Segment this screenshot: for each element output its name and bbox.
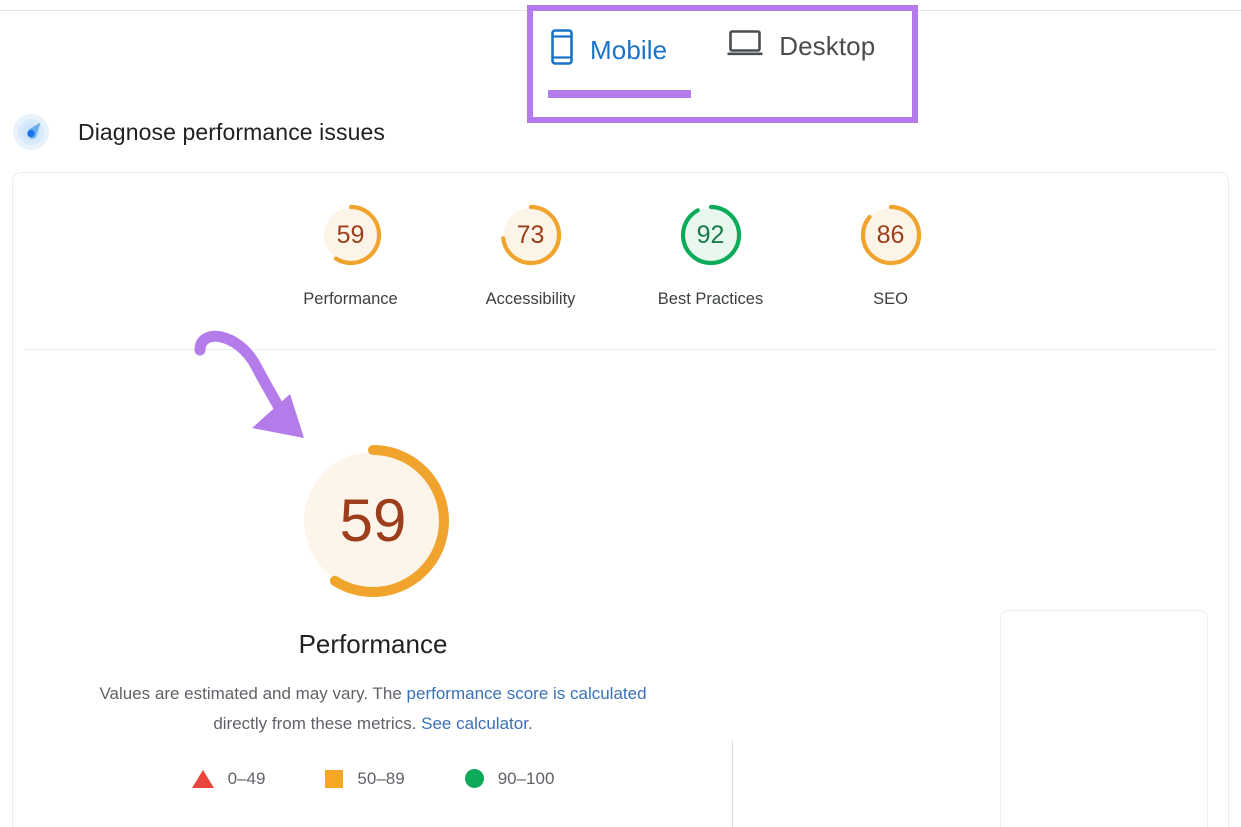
performance-score-value-small: 59 <box>317 201 385 269</box>
score-summary-strip: 59 Performance 73 Accessibility <box>13 173 1228 349</box>
score-accessibility[interactable]: 73 Accessibility <box>441 201 621 308</box>
performance-detail-title: Performance <box>299 631 448 657</box>
score-legend: 0–49 50–89 90–100 <box>192 769 555 788</box>
score-seo[interactable]: 86 SEO <box>801 201 981 308</box>
score-performance[interactable]: 59 Performance <box>261 201 441 308</box>
seo-gauge-small: 86 <box>857 201 925 269</box>
mobile-phone-icon <box>548 28 576 71</box>
disclaimer-tail-text: . <box>528 714 533 733</box>
legend-item-medium: 50–89 <box>325 770 404 788</box>
page-screenshot-card <box>1000 610 1208 827</box>
laptop-icon <box>725 28 765 63</box>
performance-summary-column: 59 Performance Values are estimated and … <box>83 433 663 788</box>
section-heading-text: Diagnose performance issues <box>78 121 385 144</box>
annotation-underline-mobile <box>548 90 691 98</box>
legend-item-high: 90–100 <box>465 769 555 788</box>
performance-gauge-small: 59 <box>317 201 385 269</box>
performance-disclaimer: Values are estimated and may vary. The p… <box>83 679 663 739</box>
tab-desktop-label: Desktop <box>779 33 875 59</box>
legend-range-medium: 50–89 <box>357 770 404 787</box>
see-calculator-link[interactable]: See calculator <box>421 714 528 733</box>
disclaimer-lead-text: Values are estimated and may vary. The <box>99 684 406 703</box>
seo-score-value-small: 86 <box>857 201 925 269</box>
accessibility-score-label-small: Accessibility <box>486 291 576 308</box>
device-tab-group: Mobile Desktop <box>548 28 875 71</box>
performance-score-calculated-link[interactable]: performance score is calculated <box>407 684 647 703</box>
lighthouse-results-card: 59 Performance 73 Accessibility <box>12 172 1229 827</box>
top-divider <box>0 10 1241 11</box>
performance-score-label-small: Performance <box>303 291 397 308</box>
best-practices-score-label-small: Best Practices <box>658 291 763 308</box>
page-root: Mobile Desktop Diagnose performanc <box>0 0 1241 827</box>
disclaimer-middle-text: directly from these metrics. <box>213 714 421 733</box>
triangle-icon <box>192 770 214 788</box>
accessibility-gauge-small: 73 <box>497 201 565 269</box>
performance-score-value-large: 59 <box>285 433 461 609</box>
seo-score-label-small: SEO <box>873 291 908 308</box>
performance-gauge-large: 59 <box>285 433 461 609</box>
best-practices-gauge-small: 92 <box>677 201 745 269</box>
tab-desktop[interactable]: Desktop <box>725 28 875 63</box>
section-heading: Diagnose performance issues <box>12 113 385 151</box>
circle-icon <box>465 769 484 788</box>
lighthouse-icon <box>12 113 50 151</box>
legend-item-low: 0–49 <box>192 770 266 788</box>
tab-mobile[interactable]: Mobile <box>548 28 667 71</box>
column-divider <box>732 741 733 827</box>
tab-mobile-label: Mobile <box>590 37 667 63</box>
square-icon <box>325 770 343 788</box>
performance-detail-section: 59 Performance Values are estimated and … <box>13 350 1228 827</box>
legend-range-high: 90–100 <box>498 770 555 787</box>
legend-range-low: 0–49 <box>228 770 266 787</box>
best-practices-score-value-small: 92 <box>677 201 745 269</box>
score-best-practices[interactable]: 92 Best Practices <box>621 201 801 308</box>
accessibility-score-value-small: 73 <box>497 201 565 269</box>
